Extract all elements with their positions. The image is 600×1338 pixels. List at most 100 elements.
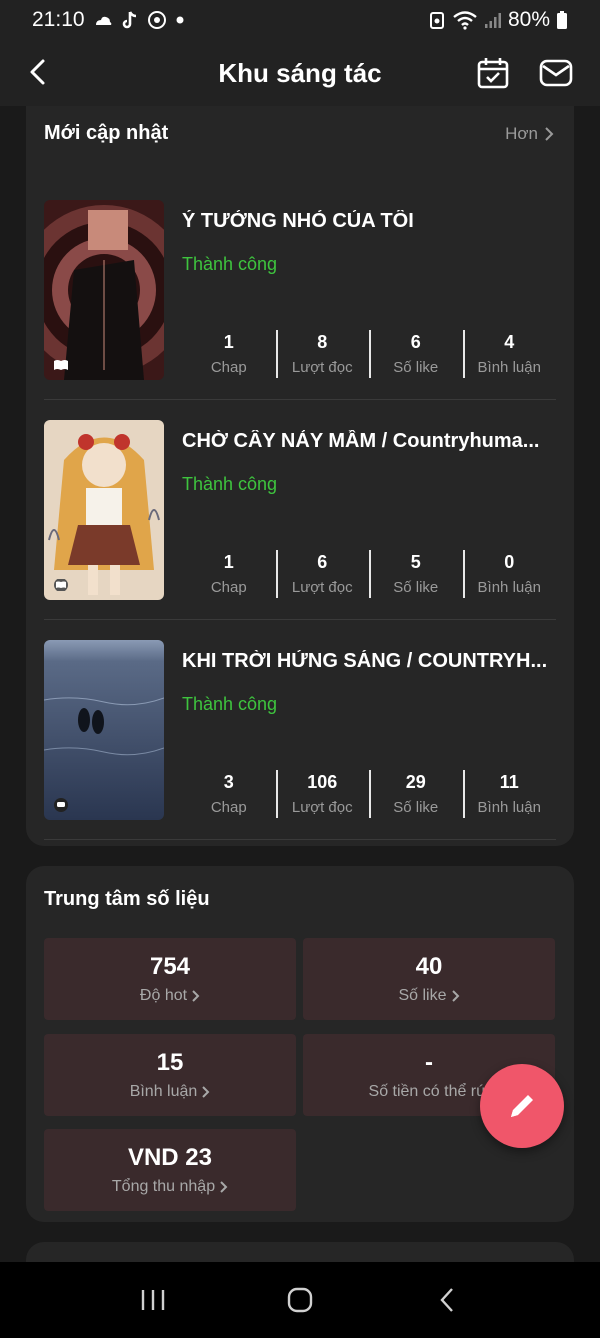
- stat-value: 11: [499, 772, 519, 792]
- work-status: Thành công: [182, 474, 278, 494]
- stat-label: Chap: [210, 799, 247, 816]
- more-link[interactable]: Hơn: [505, 124, 554, 144]
- tile-comments[interactable]: 15 Bình luận: [44, 1034, 296, 1116]
- tile-value: 40: [415, 953, 443, 980]
- stat-label: Số like: [393, 359, 439, 376]
- stat-label: Bình luận: [477, 359, 541, 376]
- tile-label-text: Bình luận: [129, 1083, 198, 1100]
- stat-chap: 1 Chap: [182, 328, 276, 380]
- stat-value: 1: [223, 552, 234, 572]
- work-cover-image: [44, 420, 164, 600]
- tile-label: Bình luận: [130, 1083, 211, 1101]
- status-time: 21:10: [32, 8, 85, 31]
- stat-value: 6: [317, 552, 328, 572]
- tile-hotness[interactable]: 754 Độ hot: [44, 938, 296, 1020]
- stat-value: 6: [410, 332, 421, 352]
- data-saver-icon: [429, 12, 444, 29]
- stat-label: Bình luận: [477, 579, 541, 596]
- moon-cloud-icon: [95, 16, 111, 25]
- section-title-updates: Mới cập nhật: [44, 122, 169, 144]
- stat-comments: 4 Bình luận: [462, 328, 557, 380]
- stat-reads: 106 Lượt đọc: [275, 768, 370, 820]
- tile-likes[interactable]: 40 Số like: [303, 938, 555, 1020]
- tile-label: Độ hot: [140, 987, 200, 1005]
- recents-icon: [142, 1290, 165, 1310]
- work-title[interactable]: Ý TƯỞNG NHỎ CỦA TÔI: [182, 210, 556, 233]
- stat-label: Lượt đọc: [291, 799, 353, 816]
- chevron-right-icon: [220, 1181, 228, 1193]
- write-fab-button[interactable]: [480, 1064, 564, 1148]
- work-stats: 1 Chap 6 Lượt đọc 5 Số like 0 Bình luận: [182, 548, 556, 600]
- back-button[interactable]: [22, 54, 52, 90]
- stat-label: Lượt đọc: [291, 359, 353, 376]
- work-item[interactable]: KHI TRỜI HỬNG SÁNG / COUNTRYH... Thành c…: [44, 640, 556, 840]
- tile-label: Tổng thu nhập: [112, 1178, 228, 1196]
- chevron-right-icon: [451, 990, 459, 1002]
- notification-dot-icon: [176, 16, 184, 24]
- stat-value: 0: [504, 552, 515, 572]
- stat-reads: 8 Lượt đọc: [275, 328, 370, 380]
- stat-chap: 3 Chap: [182, 768, 276, 820]
- recents-button[interactable]: [123, 1270, 183, 1330]
- pencil-icon: [511, 1095, 533, 1117]
- stat-label: Số like: [393, 579, 439, 596]
- stat-comments: 11 Bình luận: [462, 768, 557, 820]
- stat-likes: 5 Số like: [369, 548, 463, 600]
- work-item[interactable]: CHỜ CÂY NẢY MẦM / Countryhuma... Thành c…: [44, 420, 556, 620]
- tile-value: 754: [149, 953, 191, 980]
- signal-icon: [484, 13, 501, 28]
- data-center-card: Trung tâm số liệu 754 Độ hot 40 Số like …: [26, 866, 574, 1222]
- calendar-check-icon: [477, 58, 509, 89]
- battery-icon: [557, 11, 567, 29]
- work-title[interactable]: KHI TRỜI HỬNG SÁNG / COUNTRYH...: [182, 650, 556, 673]
- page-title: Khu sáng tác: [218, 57, 382, 88]
- work-stats: 1 Chap 8 Lượt đọc 6 Số like 4 Bình luận: [182, 328, 556, 380]
- wifi-icon: [453, 11, 477, 30]
- stat-label: Chap: [210, 579, 247, 596]
- battery-percent: 80%: [507, 8, 550, 31]
- stat-label: Lượt đọc: [291, 579, 353, 596]
- tile-label-text: Tổng thu nhập: [111, 1178, 216, 1195]
- more-link-label: Hơn: [505, 124, 538, 143]
- stat-value: 4: [504, 332, 515, 352]
- stat-label: Số like: [393, 799, 439, 816]
- chat-bubble-icon: [52, 798, 70, 812]
- mail-icon: [539, 59, 573, 87]
- stat-chap: 1 Chap: [182, 548, 276, 600]
- work-status: Thành công: [182, 254, 278, 274]
- work-title[interactable]: CHỜ CÂY NẢY MẦM / Countryhuma...: [182, 430, 556, 453]
- calendar-button[interactable]: [476, 56, 510, 95]
- system-back-button[interactable]: [417, 1270, 477, 1330]
- stat-likes: 6 Số like: [369, 328, 463, 380]
- tile-label-text: Số like: [398, 987, 447, 1004]
- stat-value: 106: [307, 772, 338, 792]
- chevron-right-icon: [192, 990, 200, 1002]
- tile-label-text: Độ hot: [139, 987, 188, 1004]
- next-section-card: [26, 1242, 574, 1262]
- chevron-right-icon: [545, 127, 554, 141]
- work-cover-image: [44, 200, 164, 380]
- section-title-data-center: Trung tâm số liệu: [44, 888, 210, 910]
- tile-value: -: [425, 1049, 433, 1076]
- stat-value: 29: [405, 772, 426, 792]
- work-cover-image: [44, 640, 164, 820]
- tiktok-icon: [122, 11, 136, 29]
- mail-button[interactable]: [538, 56, 574, 95]
- tile-value: VND 23: [127, 1144, 213, 1171]
- work-item[interactable]: Ý TƯỞNG NHỎ CỦA TÔI Thành công 1 Chap 8 Lư…: [44, 200, 556, 400]
- stat-label: Chap: [210, 359, 247, 376]
- home-button[interactable]: [270, 1270, 330, 1330]
- chrome-icon: [147, 11, 166, 29]
- stat-value: 5: [410, 552, 421, 572]
- tile-total-income[interactable]: VND 23 Tổng thu nhập: [44, 1129, 296, 1211]
- back-arrow-icon: [30, 59, 45, 85]
- stat-value: 1: [223, 332, 234, 352]
- stat-likes: 29 Số like: [369, 768, 463, 820]
- tile-value: 15: [156, 1049, 184, 1076]
- home-icon: [287, 1287, 313, 1313]
- stat-label: Bình luận: [477, 799, 541, 816]
- status-bar: 21:10 80%: [0, 0, 600, 40]
- tile-label-text: Số tiền có thể rút: [368, 1083, 490, 1100]
- stat-value: 3: [223, 772, 234, 792]
- tile-label: Số like: [398, 987, 459, 1005]
